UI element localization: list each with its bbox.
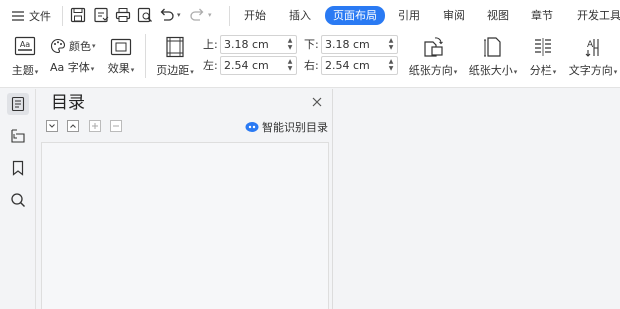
divider <box>229 6 230 26</box>
theme-dropdown-icon: ▾ <box>34 68 39 76</box>
smart-toc-button[interactable]: 智能识别目录 <box>245 119 328 134</box>
fonts-label: Aa 字体 <box>50 61 90 74</box>
fonts-button[interactable]: Aa 字体▾ <box>50 60 94 76</box>
tab-page-layout[interactable]: 页面布局 <box>325 6 385 25</box>
effects-icon <box>110 38 132 56</box>
toc-icon[interactable] <box>7 93 29 115</box>
tab-home[interactable]: 开始 <box>244 7 266 25</box>
bottom-margin-label: 下: <box>304 38 319 51</box>
toc-list-area[interactable] <box>41 142 329 309</box>
add-level-icon[interactable] <box>89 120 101 132</box>
margins-label: 页边距 <box>156 64 190 77</box>
columns-label: 分栏 <box>529 64 552 77</box>
left-margin-label: 左: <box>203 59 218 72</box>
columns-dropdown-icon: ▾ <box>552 68 557 76</box>
colors-dropdown-icon: ▾ <box>92 42 96 50</box>
remove-level-icon[interactable] <box>110 120 122 132</box>
smart-toc-icon <box>245 121 259 133</box>
bottom-margin-stepper[interactable]: ▲ ▼ <box>387 37 395 52</box>
left-margin-stepper[interactable]: ▲ ▼ <box>286 58 294 73</box>
left-margin-input[interactable] <box>221 57 283 74</box>
bottom-margin-field[interactable]: ▲▼ <box>321 35 398 54</box>
right-margin-label: 右: <box>304 59 319 72</box>
tab-section[interactable]: 章节 <box>531 7 553 25</box>
fonts-dropdown-icon: ▾ <box>90 65 95 73</box>
colors-label: 颜色 <box>69 40 91 53</box>
collapse-all-icon[interactable] <box>46 120 58 132</box>
close-icon[interactable] <box>310 95 324 109</box>
tab-review[interactable]: 审阅 <box>443 7 465 25</box>
tab-references[interactable]: 引用 <box>398 7 420 25</box>
document-workspace[interactable] <box>334 89 620 309</box>
palette-icon <box>50 38 66 54</box>
text-direction-icon: A <box>582 36 604 58</box>
paper-size-dropdown-icon: ▾ <box>513 68 518 76</box>
top-margin-field[interactable]: ▲▼ <box>220 35 297 54</box>
columns-icon <box>532 36 554 58</box>
svg-text:Aa: Aa <box>20 40 30 49</box>
effects-dropdown-icon: ▾ <box>130 66 135 74</box>
orientation-button[interactable]: 纸张方向▾ <box>405 36 461 78</box>
undo-icon[interactable] <box>158 6 176 24</box>
file-menu-label: 文件 <box>29 10 51 23</box>
undo-dropdown-icon[interactable]: ▾ <box>177 11 181 19</box>
text-direction-label: 文字方向 <box>568 64 613 77</box>
right-margin-field[interactable]: ▲▼ <box>321 56 398 75</box>
top-margin-input[interactable] <box>221 36 283 53</box>
effects-label: 效果 <box>107 62 130 75</box>
export-pdf-icon[interactable] <box>92 6 110 24</box>
redo-icon[interactable] <box>188 6 206 24</box>
paper-size-icon <box>482 36 504 58</box>
bookmark-icon[interactable] <box>7 157 29 179</box>
left-margin-field[interactable]: ▲▼ <box>220 56 297 75</box>
bottom-margin-input[interactable] <box>322 36 384 53</box>
print-preview-icon[interactable] <box>136 6 154 24</box>
margins-button[interactable]: 页边距▾ <box>153 36 197 78</box>
tab-view[interactable]: 视图 <box>487 7 509 25</box>
expand-all-icon[interactable] <box>67 120 79 132</box>
effects-button[interactable]: 效果▾ <box>104 38 138 78</box>
theme-label: 主题 <box>11 64 34 77</box>
theme-button[interactable]: Aa 主题▾ <box>8 36 42 78</box>
menu-button[interactable]: 文件 <box>11 8 51 24</box>
right-margin-input[interactable] <box>322 57 384 74</box>
smart-toc-label: 智能识别目录 <box>262 120 328 134</box>
right-margin-stepper[interactable]: ▲ ▼ <box>387 58 395 73</box>
theme-icon: Aa <box>14 36 36 56</box>
orientation-dropdown-icon: ▾ <box>453 68 458 76</box>
divider <box>62 6 63 26</box>
tab-developer-tools[interactable]: 开发工具 <box>577 7 620 25</box>
columns-button[interactable]: 分栏▾ <box>525 36 561 78</box>
hamburger-icon <box>11 10 25 22</box>
redo-dropdown-icon[interactable]: ▾ <box>208 11 212 19</box>
paper-size-label: 纸张大小 <box>468 64 513 77</box>
margins-dropdown-icon: ▾ <box>190 68 194 76</box>
search-icon[interactable] <box>7 189 29 211</box>
colors-button[interactable]: 颜色 ▾ <box>50 38 96 54</box>
text-direction-dropdown-icon: ▾ <box>613 68 618 76</box>
top-margin-label: 上: <box>203 38 218 51</box>
navigation-pane-icon[interactable] <box>7 125 29 147</box>
save-icon[interactable] <box>69 6 87 24</box>
margins-icon <box>165 36 185 58</box>
tab-insert[interactable]: 插入 <box>289 7 311 25</box>
orientation-label: 纸张方向 <box>408 64 453 77</box>
orientation-icon <box>422 36 444 58</box>
divider <box>145 34 146 78</box>
toc-panel-title: 目录 <box>51 93 85 113</box>
print-icon[interactable] <box>114 6 132 24</box>
svg-text:A: A <box>587 40 594 50</box>
top-margin-stepper[interactable]: ▲ ▼ <box>286 37 294 52</box>
paper-size-button[interactable]: 纸张大小▾ <box>465 36 521 78</box>
text-direction-button[interactable]: A 文字方向▾ <box>566 36 620 78</box>
